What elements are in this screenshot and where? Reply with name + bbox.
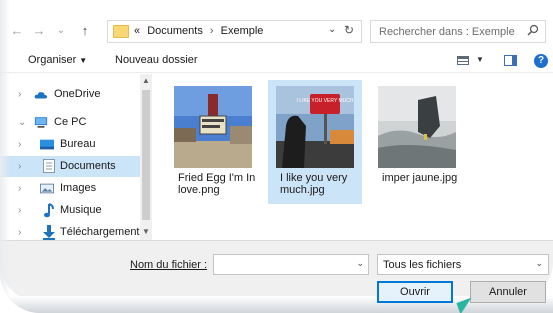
chevron-down-icon[interactable]: ⌄ xyxy=(18,112,26,133)
nav-item-documents[interactable]: › Documents xyxy=(0,156,140,177)
document-icon xyxy=(43,159,55,173)
file-name-line: much.jpg xyxy=(280,184,325,196)
file-name-line: I like you very xyxy=(280,172,348,184)
breadcrumb-overflow[interactable]: « xyxy=(134,25,140,37)
file-thumbnail xyxy=(174,86,252,168)
nav-label-onedrive: OneDrive xyxy=(54,88,101,100)
nav-label-documents: Documents xyxy=(60,160,116,172)
forward-arrow-icon[interactable]: → xyxy=(30,18,48,44)
file-name: imper jaune.jpg xyxy=(382,172,464,184)
view-mode-icon[interactable] xyxy=(457,56,469,65)
pictures-icon xyxy=(40,183,54,194)
nav-label-this-pc: Ce PC xyxy=(54,116,87,128)
file-item-fried-egg[interactable]: Fried Egg I'm In love.png xyxy=(166,80,260,204)
chevron-down-icon[interactable]: ⌄ xyxy=(356,258,364,269)
chevron-down-icon: ⌄ xyxy=(535,258,543,268)
nav-pane-scrollbar[interactable]: ▲ ▼ xyxy=(140,74,152,240)
nav-item-musique[interactable]: › Musique xyxy=(0,200,140,221)
address-row: ← → ⌄ ↑ « Documents › Exemple ⌄ ↻ Recher… xyxy=(0,18,553,44)
file-name-line: imper jaune.jpg xyxy=(382,172,458,184)
file-name-line: Fried Egg I'm In xyxy=(178,172,256,184)
organize-menu-button[interactable]: Organiser ▼ xyxy=(28,54,87,66)
preview-pane-icon[interactable] xyxy=(504,55,517,66)
nav-label-musique: Musique xyxy=(60,204,102,216)
filename-label-text: Nom du fichier : xyxy=(130,259,208,271)
cloud-icon xyxy=(34,92,48,99)
music-icon xyxy=(44,203,54,218)
search-box[interactable]: Rechercher dans : Exemple xyxy=(370,20,546,43)
organize-label: Organiser xyxy=(28,54,77,66)
file-list: Fried Egg I'm In love.png I LIKE YOU VER… xyxy=(156,74,553,240)
breadcrumb-separator-icon: › xyxy=(209,25,214,37)
computer-icon xyxy=(34,117,48,128)
refresh-icon[interactable]: ↻ xyxy=(344,23,354,37)
window-edge-shadow xyxy=(0,0,10,313)
file-name-line: love.png xyxy=(178,184,220,196)
breadcrumb-exemple[interactable]: Exemple xyxy=(221,25,264,37)
file-name: I like you very much.jpg xyxy=(280,172,362,196)
filename-input[interactable]: ⌄ xyxy=(213,254,369,275)
nav-label-bureau: Bureau xyxy=(60,138,96,150)
search-icon xyxy=(527,24,539,36)
recent-locations-chevron-icon[interactable]: ⌄ xyxy=(52,18,70,44)
nav-item-images[interactable]: › Images xyxy=(0,178,140,199)
filetype-value: Tous les fichiers xyxy=(383,259,462,271)
file-open-dialog: ← → ⌄ ↑ « Documents › Exemple ⌄ ↻ Recher… xyxy=(0,0,553,313)
address-dropdown-icon[interactable]: ⌄ xyxy=(328,24,336,35)
chevron-right-icon[interactable]: › xyxy=(18,84,21,105)
scroll-down-icon[interactable]: ▼ xyxy=(142,227,150,236)
command-toolbar: Organiser ▼ Nouveau dossier ▼ ? xyxy=(0,49,553,73)
address-bar[interactable]: « Documents › Exemple ⌄ ↻ xyxy=(107,20,362,43)
help-icon[interactable]: ? xyxy=(534,54,548,68)
search-placeholder: Rechercher dans : Exemple xyxy=(379,26,515,38)
breadcrumb-documents[interactable]: Documents xyxy=(147,25,203,37)
breadcrumb: « Documents › Exemple xyxy=(134,25,263,37)
file-item-i-like-you[interactable]: I LIKE YOU VERY MUCH I like you very muc… xyxy=(268,80,362,204)
file-thumbnail xyxy=(378,86,456,168)
filetype-select[interactable]: Tous les fichiers ⌄ xyxy=(377,254,549,275)
open-button[interactable]: Ouvrir xyxy=(377,281,453,303)
desktop-icon xyxy=(40,139,54,150)
download-icon xyxy=(43,225,55,240)
chevron-right-icon[interactable]: › xyxy=(18,178,21,199)
chevron-right-icon[interactable]: › xyxy=(18,200,21,221)
file-item-imper-jaune[interactable]: imper jaune.jpg xyxy=(370,80,464,204)
back-arrow-icon[interactable]: ← xyxy=(8,18,26,44)
nav-label-images: Images xyxy=(60,182,97,194)
navigation-pane: › OneDrive ⌄ Ce PC › Bureau › Documents … xyxy=(0,74,152,240)
chevron-right-icon[interactable]: › xyxy=(18,134,21,155)
sign-text: I LIKE YOU VERY MUCH xyxy=(297,98,354,104)
file-thumbnail: I LIKE YOU VERY MUCH xyxy=(276,86,354,168)
scrollbar-thumb[interactable] xyxy=(142,90,150,220)
cancel-button[interactable]: Annuler xyxy=(470,281,546,303)
nav-item-bureau[interactable]: › Bureau xyxy=(0,134,140,155)
view-options-caret-icon[interactable]: ▼ xyxy=(476,55,484,64)
file-name: Fried Egg I'm In love.png xyxy=(178,172,260,196)
scroll-up-icon[interactable]: ▲ xyxy=(142,76,150,85)
up-arrow-icon[interactable]: ↑ xyxy=(76,18,94,44)
filename-label: Nom du fichier : xyxy=(130,259,207,271)
caret-down-icon: ▼ xyxy=(79,56,88,65)
new-folder-button[interactable]: Nouveau dossier xyxy=(115,54,198,66)
nav-item-this-pc[interactable]: ⌄ Ce PC xyxy=(0,112,140,133)
folder-icon xyxy=(113,25,129,38)
nav-item-onedrive[interactable]: › OneDrive xyxy=(0,84,140,105)
chevron-right-icon[interactable]: › xyxy=(18,156,21,177)
